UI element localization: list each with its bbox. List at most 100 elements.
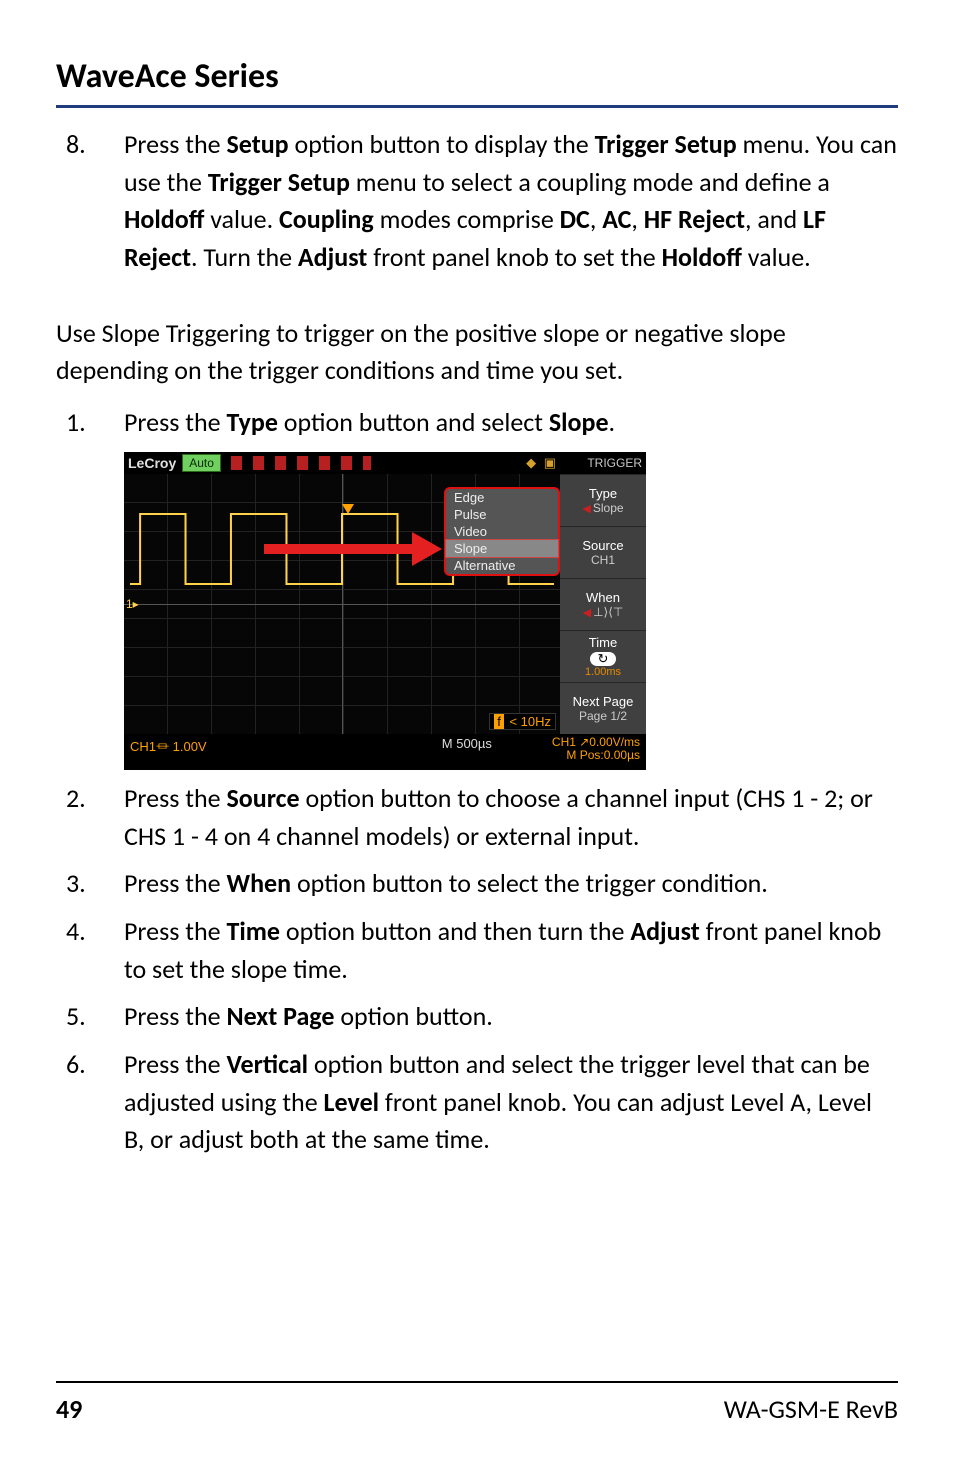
brand-logo: LeCroy xyxy=(124,455,176,471)
step-3-number: 3. xyxy=(56,865,124,903)
menu-next-label: Next Page xyxy=(573,694,634,709)
menu-when-label: When xyxy=(586,590,620,605)
menu-time[interactable]: Time ↻ 1.00ms xyxy=(560,630,646,682)
slope-intro: Use Slope Triggering to trigger on the p… xyxy=(56,315,898,390)
step-1: 1. Press the Type option button and sele… xyxy=(56,404,898,442)
step-2-number: 2. xyxy=(56,780,124,855)
menu-source-value: CH1 xyxy=(591,553,615,567)
status-line-a: CH1 ↗0.00V/ms xyxy=(552,735,640,749)
t: Slope xyxy=(593,501,624,515)
doc-code: WA-GSM-E RevB xyxy=(724,1393,898,1425)
t: Press the xyxy=(124,406,227,438)
menu-time-label: Time xyxy=(589,635,617,650)
step-1-text: Press the Type option button and select … xyxy=(124,404,898,442)
ac-bold: AC xyxy=(602,203,631,235)
status-timebase: M 500µs xyxy=(442,736,492,751)
vertical-bold: Vertical xyxy=(227,1048,309,1080)
t: option button to display the xyxy=(289,128,595,160)
popup-option-alternative[interactable]: Alternative xyxy=(446,557,558,574)
t: front panel knob to set the xyxy=(367,241,661,273)
scope-side-menu: Type ◀Slope Source CH1 When ◀⊥⟩⟨⊤ Time ↻ xyxy=(560,474,646,734)
t: Press the xyxy=(124,915,227,947)
t: option button and select xyxy=(278,406,549,438)
t: modes comprise xyxy=(374,203,560,235)
step-6-text: Press the Vertical option button and sel… xyxy=(124,1046,898,1159)
menu-source[interactable]: Source CH1 xyxy=(560,526,646,578)
t: Press the xyxy=(124,867,227,899)
menu-source-label: Source xyxy=(582,538,623,553)
status-trigger: CH1 ↗0.00V/ms M Pos:0.00µs xyxy=(552,736,640,762)
popup-option-video[interactable]: Video xyxy=(446,523,558,540)
coupling-bold: Coupling xyxy=(279,203,374,235)
popup-option-pulse[interactable]: Pulse xyxy=(446,506,558,523)
step-1-number: 1. xyxy=(56,404,124,442)
t: , xyxy=(590,203,602,235)
step-8-number: 8. xyxy=(56,126,124,277)
holdoff-bold-2: Holdoff xyxy=(662,241,742,273)
page-number: 49 xyxy=(56,1393,82,1425)
left-arrow-icon: ◀ xyxy=(583,607,591,619)
time-bold: Time xyxy=(227,915,281,947)
type-popup-menu[interactable]: Edge Pulse Video Slope Alternative xyxy=(444,487,560,576)
when-glyph-icon: ⊥⟩⟨⊤ xyxy=(593,605,623,619)
step-8-text: Press the Setup option button to display… xyxy=(124,126,898,277)
menu-next-page[interactable]: Next Page Page 1/2 xyxy=(560,682,646,734)
step-3: 3. Press the When option button to selec… xyxy=(56,865,898,903)
t: value. xyxy=(742,241,811,273)
left-arrow-icon: ◀ xyxy=(582,503,590,515)
oscilloscope-screenshot: LeCroy Auto ◆ ▣ TRIGGER 1▸ xyxy=(124,452,646,770)
step-6-number: 6. xyxy=(56,1046,124,1159)
scope-status-bar: CH1⏛ 1.00V M 500µs CH1 ↗0.00V/ms M Pos:0… xyxy=(124,734,646,770)
slope-bold: Slope xyxy=(549,406,609,438)
popup-option-slope[interactable]: Slope xyxy=(445,539,559,558)
when-bold: When xyxy=(227,867,292,899)
hfreject-bold: HF Reject xyxy=(644,203,745,235)
popup-option-edge[interactable]: Edge xyxy=(446,489,558,506)
status-line-b: M Pos:0.00µs xyxy=(566,748,640,762)
step-5-text: Press the Next Page option button. xyxy=(124,998,898,1036)
menu-type-value: ◀Slope xyxy=(582,501,623,515)
trigger-setup-bold: Trigger Setup xyxy=(595,128,737,160)
t: option button. xyxy=(334,1000,492,1032)
t: Press the xyxy=(124,1000,227,1032)
f-icon: f xyxy=(494,714,504,729)
t: , and xyxy=(745,203,803,235)
t: option button to select the trigger cond… xyxy=(291,867,768,899)
next-page-bold: Next Page xyxy=(227,1000,335,1032)
holdoff-bold: Holdoff xyxy=(124,203,204,235)
step-2: 2. Press the Source option button to cho… xyxy=(56,780,898,855)
page-footer: 49 WA-GSM-E RevB xyxy=(56,1393,898,1425)
t: option button and then turn the xyxy=(280,915,630,947)
dc-bold: DC xyxy=(560,203,590,235)
freq-value: < 10Hz xyxy=(506,714,551,729)
menu-when[interactable]: When ◀⊥⟩⟨⊤ xyxy=(560,578,646,630)
menu-page-indicator: Page 1/2 xyxy=(579,709,627,723)
t: value. xyxy=(204,203,279,235)
red-callout-arrow-icon xyxy=(264,544,414,554)
t: . Turn the xyxy=(191,241,298,273)
rotate-knob-icon: ↻ xyxy=(590,652,617,666)
auto-chip: Auto xyxy=(182,454,221,472)
level-bold: Level xyxy=(324,1086,380,1118)
step-4: 4. Press the Time option button and then… xyxy=(56,913,898,988)
menu-type[interactable]: Type ◀Slope xyxy=(560,474,646,526)
step-4-number: 4. xyxy=(56,913,124,988)
menu-type-label: Type xyxy=(589,486,617,501)
step-8: 8. Press the Setup option button to disp… xyxy=(56,126,898,277)
center-line-h xyxy=(124,604,560,605)
trigger-title: TRIGGER xyxy=(562,456,646,470)
t: Press the xyxy=(124,1048,227,1080)
t: , xyxy=(631,203,643,235)
scope-graticule: 1▸ Edge Pulse Video Slope Alter xyxy=(124,474,560,734)
adjust-bold: Adjust xyxy=(298,241,367,273)
step-2-text: Press the Source option button to choose… xyxy=(124,780,898,855)
menu-when-glyph: ◀⊥⟩⟨⊤ xyxy=(583,605,624,619)
step-6: 6. Press the Vertical option button and … xyxy=(56,1046,898,1159)
t: Press the xyxy=(124,782,227,814)
footer-rule xyxy=(56,1381,898,1383)
step-5: 5. Press the Next Page option button. xyxy=(56,998,898,1036)
header-rule xyxy=(56,105,898,108)
frequency-readout: f < 10Hz xyxy=(489,713,556,730)
top-indicator-icons: ◆ ▣ xyxy=(526,455,562,471)
setup-bold: Setup xyxy=(227,128,289,160)
